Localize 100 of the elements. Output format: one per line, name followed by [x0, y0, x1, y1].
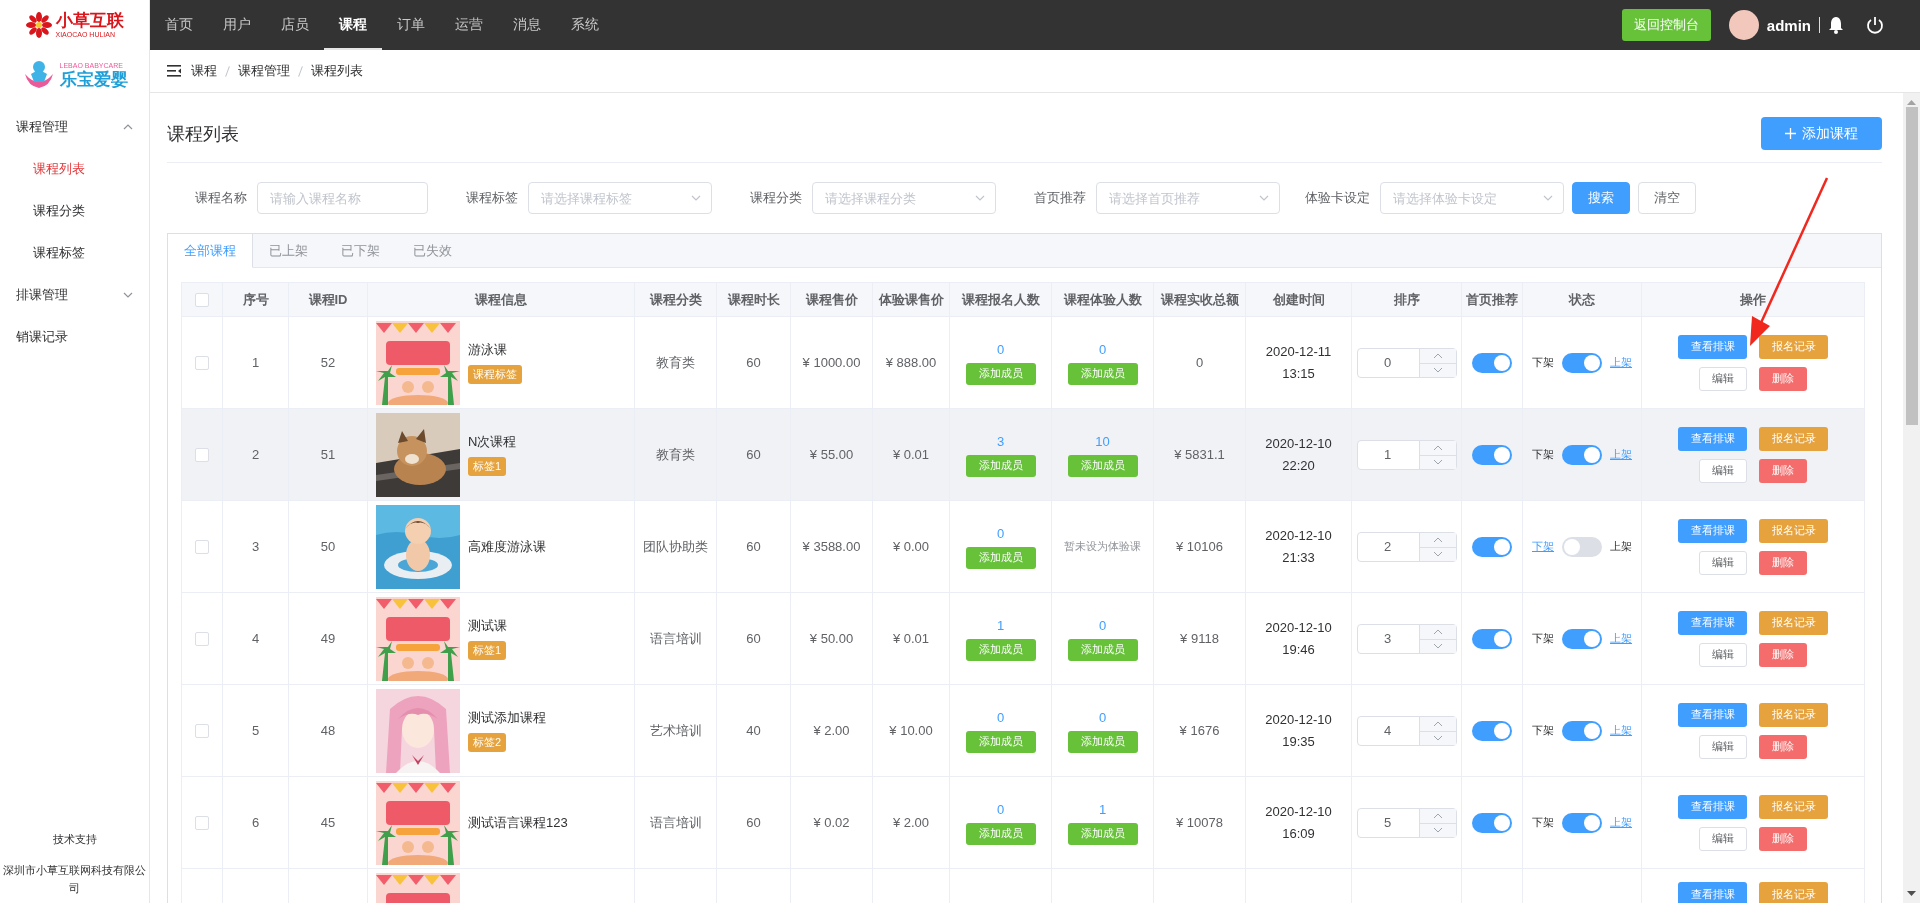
select-field[interactable]: 请选择课程分类: [812, 182, 996, 214]
select-field[interactable]: 请选择首页推荐: [1096, 182, 1280, 214]
checkbox[interactable]: [195, 293, 209, 308]
schedule-button[interactable]: 查看排课: [1678, 794, 1747, 819]
status-label[interactable]: 上架: [1610, 447, 1632, 462]
schedule-button[interactable]: 查看排课: [1678, 426, 1747, 451]
edit-button[interactable]: 编辑: [1699, 366, 1747, 391]
add-course-button[interactable]: 添加课程: [1761, 117, 1882, 150]
toggle-switch[interactable]: [1472, 536, 1512, 557]
power-icon[interactable]: [1866, 16, 1884, 34]
scroll-up-icon[interactable]: [1907, 99, 1916, 105]
toggle-switch[interactable]: [1562, 352, 1602, 373]
toggle-switch[interactable]: [1562, 720, 1602, 741]
add-member-button[interactable]: 添加成员: [1067, 454, 1138, 477]
nav-item[interactable]: 消息: [498, 0, 556, 50]
toggle-switch[interactable]: [1562, 812, 1602, 833]
status-label[interactable]: 上架: [1610, 631, 1632, 646]
schedule-button[interactable]: 查看排课: [1678, 610, 1747, 635]
nav-item[interactable]: 运营: [440, 0, 498, 50]
count-link[interactable]: 10: [1095, 432, 1110, 451]
add-member-button[interactable]: 添加成员: [1067, 730, 1138, 753]
menu-icon[interactable]: [167, 65, 181, 77]
status-label[interactable]: 下架: [1532, 539, 1554, 554]
menu-item[interactable]: 课程列表: [0, 148, 149, 190]
edit-button[interactable]: 编辑: [1699, 458, 1747, 483]
delete-button[interactable]: 删除: [1759, 458, 1807, 483]
bell-icon[interactable]: [1828, 16, 1844, 34]
checkbox[interactable]: [195, 356, 209, 371]
tab[interactable]: 已失效: [397, 234, 469, 268]
console-button[interactable]: 返回控制台: [1621, 9, 1711, 41]
tab[interactable]: 已下架: [325, 234, 397, 268]
count-link[interactable]: 3: [996, 432, 1005, 451]
scrollbar-thumb[interactable]: [1905, 107, 1918, 425]
nav-item[interactable]: 店员: [266, 0, 324, 50]
add-member-button[interactable]: 添加成员: [965, 730, 1036, 753]
schedule-button[interactable]: 查看排课: [1678, 702, 1747, 727]
user-name[interactable]: admin: [1766, 16, 1811, 34]
status-label[interactable]: 上架: [1610, 815, 1632, 830]
add-member-button[interactable]: 添加成员: [965, 454, 1036, 477]
add-member-button[interactable]: 添加成员: [965, 822, 1036, 845]
edit-button[interactable]: 编辑: [1699, 550, 1747, 575]
tab[interactable]: 已上架: [253, 234, 325, 268]
nav-item[interactable]: 订单: [382, 0, 440, 50]
edit-button[interactable]: 编辑: [1699, 826, 1747, 851]
nav-item[interactable]: 系统: [556, 0, 614, 50]
scrollbar[interactable]: [1903, 93, 1920, 903]
toggle-switch[interactable]: [1562, 628, 1602, 649]
edit-button[interactable]: 编辑: [1699, 642, 1747, 667]
add-member-button[interactable]: 添加成员: [965, 362, 1036, 385]
menu-item[interactable]: 销课记录: [0, 316, 149, 358]
schedule-button[interactable]: 查看排课: [1678, 518, 1747, 543]
delete-button[interactable]: 删除: [1759, 550, 1807, 575]
add-member-button[interactable]: 添加成员: [1067, 822, 1138, 845]
toggle-switch[interactable]: [1562, 444, 1602, 465]
tab[interactable]: 全部课程: [168, 234, 253, 268]
add-member-button[interactable]: 添加成员: [1067, 638, 1138, 661]
count-link[interactable]: 0: [1098, 616, 1107, 635]
nav-item[interactable]: 课程: [324, 0, 382, 50]
status-label[interactable]: 上架: [1610, 355, 1632, 370]
scroll-down-icon[interactable]: [1907, 891, 1916, 897]
clear-button[interactable]: 清空: [1638, 182, 1696, 214]
breadcrumb-link[interactable]: 课程: [191, 62, 217, 80]
toggle-switch[interactable]: [1472, 352, 1512, 373]
menu-item[interactable]: 课程标签: [0, 232, 149, 274]
add-member-button[interactable]: 添加成员: [965, 546, 1036, 569]
count-link[interactable]: 0: [996, 524, 1005, 543]
count-link[interactable]: 0: [996, 340, 1005, 359]
records-button[interactable]: 报名记录: [1759, 426, 1828, 451]
records-button[interactable]: 报名记录: [1759, 334, 1828, 359]
avatar[interactable]: [1728, 10, 1759, 40]
records-button[interactable]: 报名记录: [1759, 518, 1828, 543]
nav-item[interactable]: 首页: [150, 0, 208, 50]
records-button[interactable]: 报名记录: [1759, 882, 1828, 903]
records-button[interactable]: 报名记录: [1759, 610, 1828, 635]
menu-group[interactable]: 排课管理: [0, 274, 149, 316]
nav-item[interactable]: 用户: [208, 0, 266, 50]
menu-group[interactable]: 课程管理: [0, 106, 149, 148]
toggle-switch[interactable]: [1472, 628, 1512, 649]
search-button[interactable]: 搜索: [1572, 182, 1630, 214]
schedule-button[interactable]: 查看排课: [1678, 882, 1747, 903]
checkbox[interactable]: [195, 724, 209, 739]
breadcrumb-link[interactable]: 课程列表: [311, 62, 363, 80]
count-link[interactable]: 1: [996, 616, 1005, 635]
checkbox[interactable]: [195, 632, 209, 647]
menu-item[interactable]: 课程分类: [0, 190, 149, 232]
select-field[interactable]: 请选择课程标签: [528, 182, 712, 214]
count-link[interactable]: 0: [1098, 708, 1107, 727]
count-link[interactable]: 0: [996, 708, 1005, 727]
count-link[interactable]: 0: [1098, 340, 1107, 359]
select-field[interactable]: 请选择体验卡设定: [1380, 182, 1564, 214]
toggle-switch[interactable]: [1562, 536, 1602, 557]
delete-button[interactable]: 删除: [1759, 734, 1807, 759]
checkbox[interactable]: [195, 816, 209, 831]
delete-button[interactable]: 删除: [1759, 366, 1807, 391]
schedule-button[interactable]: 查看排课: [1678, 334, 1747, 359]
breadcrumb-link[interactable]: 课程管理: [238, 62, 290, 80]
count-link[interactable]: 1: [1098, 800, 1107, 819]
checkbox[interactable]: [195, 448, 209, 463]
add-member-button[interactable]: 添加成员: [1067, 362, 1138, 385]
toggle-switch[interactable]: [1472, 720, 1512, 741]
